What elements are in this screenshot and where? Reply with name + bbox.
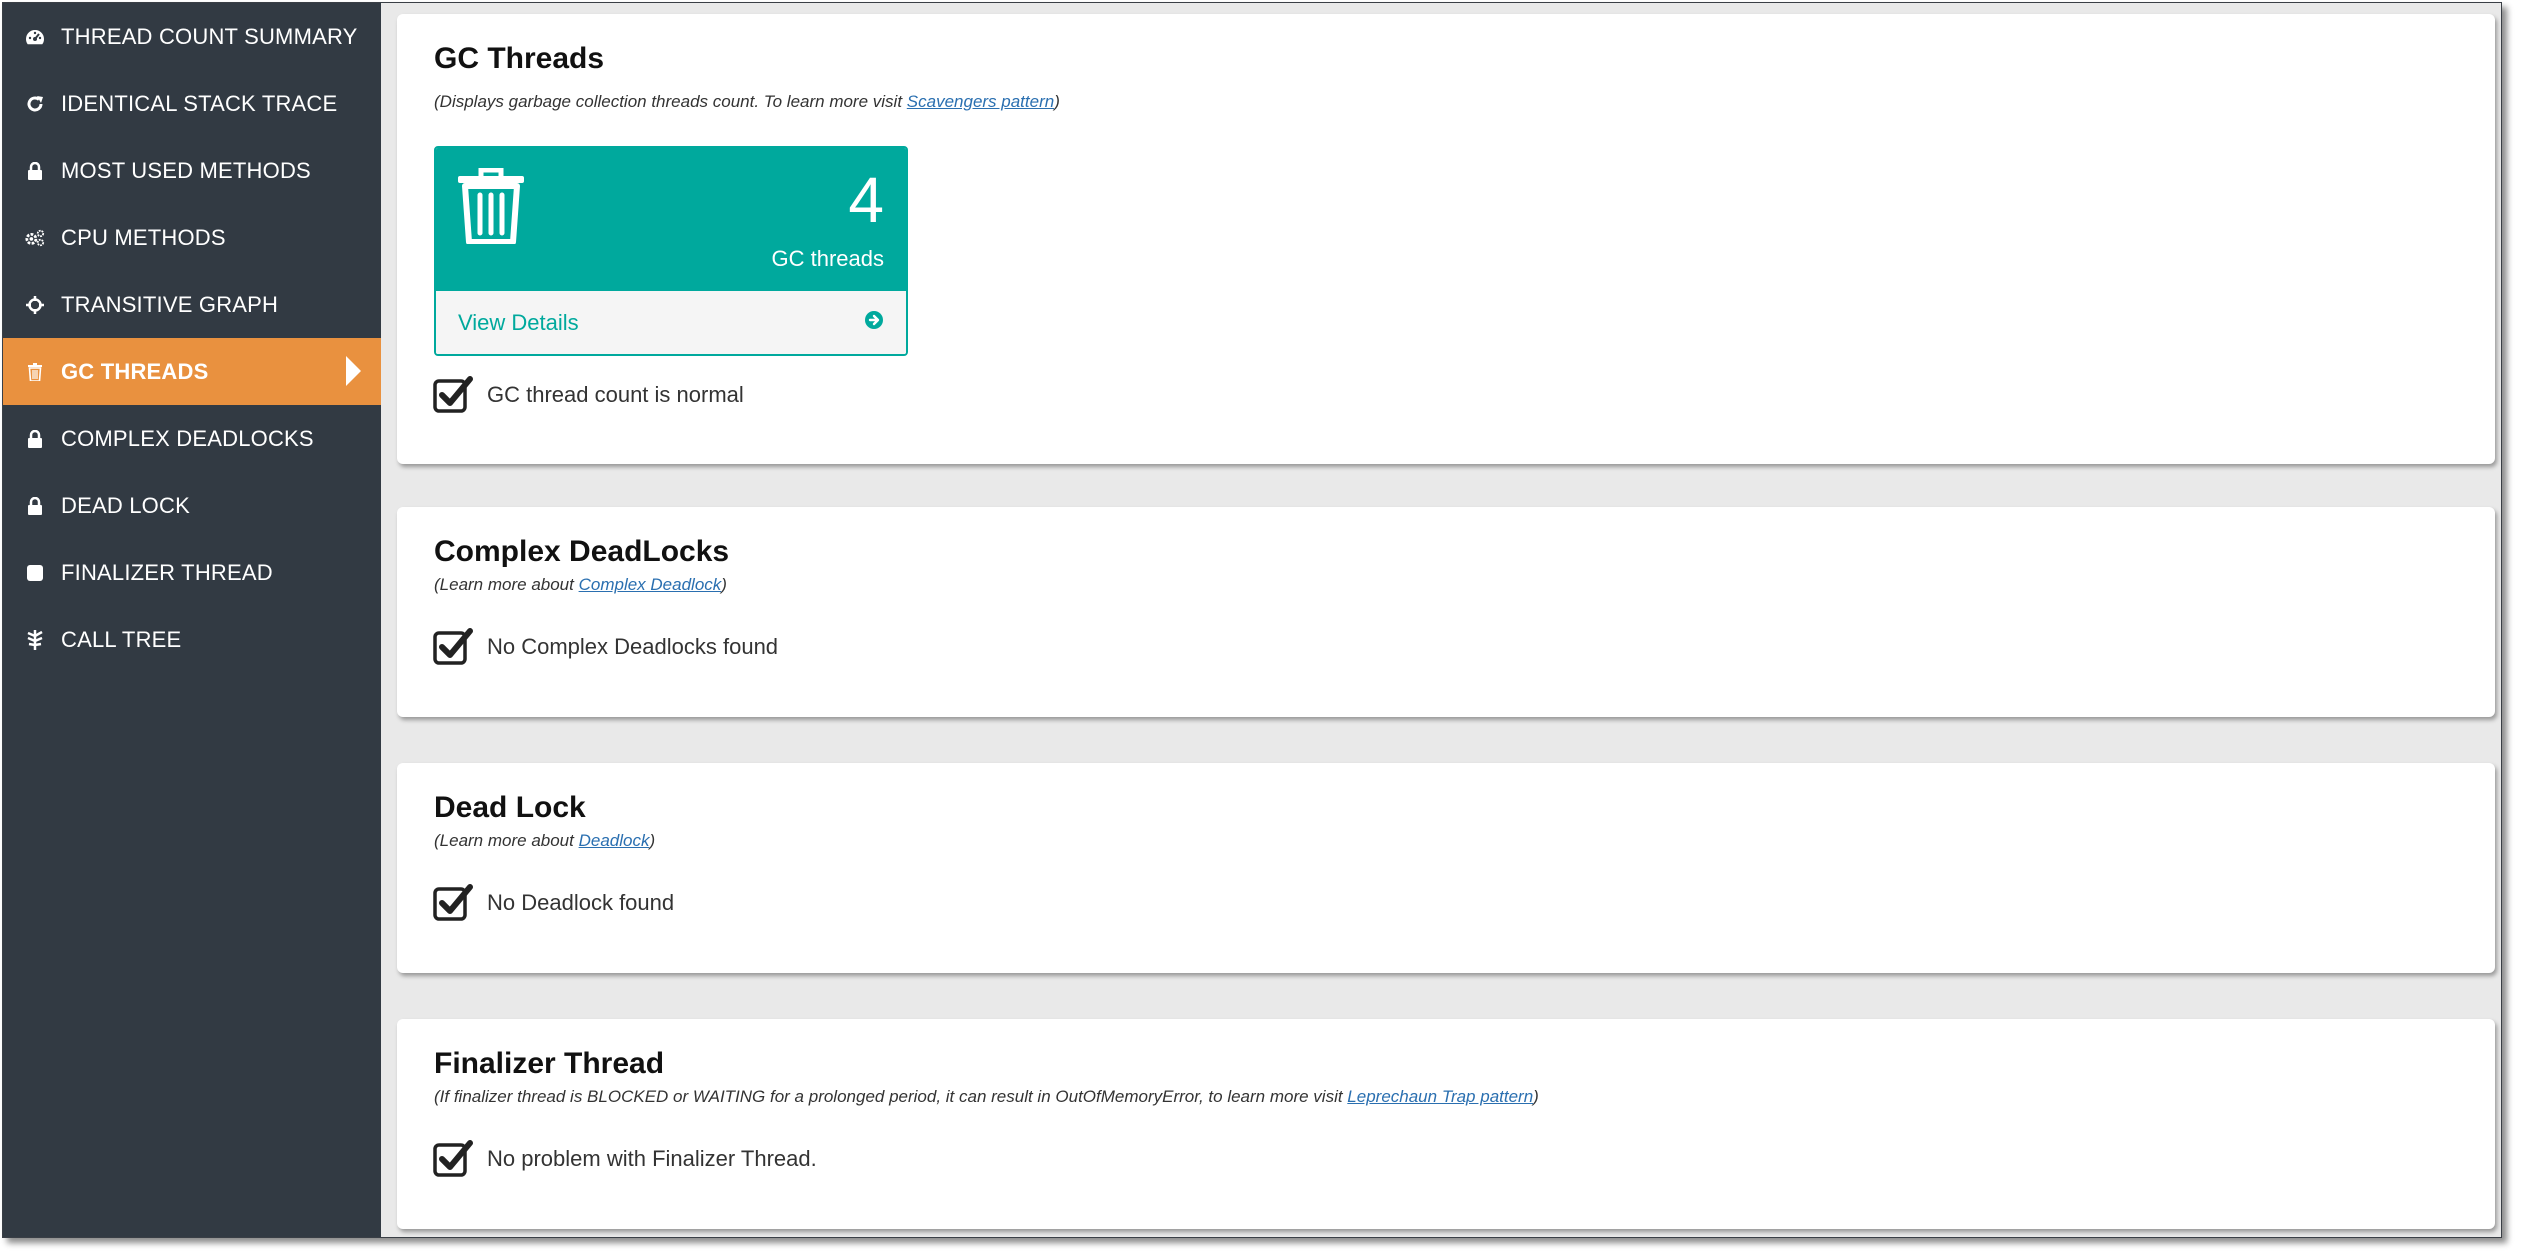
complex-deadlocks-card: Complex DeadLocks (Learn more about Comp… xyxy=(397,507,2495,717)
app-frame: THREAD COUNT SUMMARY IDENTICAL STACK TRA… xyxy=(2,2,2502,1238)
sidebar-item-label: MOST USED METHODS xyxy=(61,157,311,183)
gears-icon xyxy=(25,228,45,248)
sidebar-item-cpu-methods[interactable]: CPU METHODS xyxy=(3,204,381,271)
checkbox-checked-icon xyxy=(433,375,473,415)
sidebar-item-gc-threads[interactable]: GC THREADS xyxy=(3,338,381,405)
finalizer-thread-status-text: No problem with Finalizer Thread. xyxy=(487,1146,817,1171)
sidebar: THREAD COUNT SUMMARY IDENTICAL STACK TRA… xyxy=(3,3,381,1237)
trash-icon xyxy=(458,167,524,249)
deadlock-link[interactable]: Deadlock xyxy=(579,831,650,850)
sidebar-item-label: DEAD LOCK xyxy=(61,492,190,518)
gc-threads-card: GC Threads (Displays garbage collection … xyxy=(397,14,2495,464)
leprechaun-trap-link[interactable]: Leprechaun Trap pattern xyxy=(1347,1087,1533,1106)
gc-threads-stat-header: 4 GC threads xyxy=(436,148,906,291)
sidebar-nav: THREAD COUNT SUMMARY IDENTICAL STACK TRA… xyxy=(3,3,381,673)
sidebar-item-label: GC THREADS xyxy=(61,358,209,384)
complex-deadlocks-description: (Learn more about Complex Deadlock) xyxy=(434,575,727,594)
finalizer-thread-status: No problem with Finalizer Thread. xyxy=(433,1139,817,1179)
lock-icon xyxy=(25,429,45,449)
sidebar-item-label: COMPLEX DEADLOCKS xyxy=(61,425,314,451)
checkbox-checked-icon xyxy=(433,627,473,667)
dead-lock-description: (Learn more about Deadlock) xyxy=(434,831,656,850)
sidebar-item-most-used-methods[interactable]: MOST USED METHODS xyxy=(3,137,381,204)
sidebar-item-dead-lock[interactable]: DEAD LOCK xyxy=(3,472,381,539)
checkbox-checked-icon xyxy=(433,1139,473,1179)
finalizer-thread-description: (If finalizer thread is BLOCKED or WAITI… xyxy=(434,1087,1539,1106)
main-content: GC Threads (Displays garbage collection … xyxy=(381,3,2501,1237)
arrow-circle-right-icon xyxy=(864,310,884,336)
sidebar-item-complex-deadlocks[interactable]: COMPLEX DEADLOCKS xyxy=(3,405,381,472)
gc-threads-description: (Displays garbage collection threads cou… xyxy=(434,92,1060,111)
sidebar-item-label: CPU METHODS xyxy=(61,224,226,250)
complex-deadlock-link[interactable]: Complex Deadlock xyxy=(579,575,722,594)
view-details-button[interactable]: View Details xyxy=(436,291,906,354)
gc-threads-status-text: GC thread count is normal xyxy=(487,382,744,407)
finalizer-thread-title: Finalizer Thread xyxy=(434,1047,665,1080)
sidebar-item-label: THREAD COUNT SUMMARY xyxy=(61,23,358,49)
refresh-icon xyxy=(25,94,45,114)
gc-threads-status: GC thread count is normal xyxy=(433,375,744,415)
square-icon xyxy=(25,563,45,583)
scavengers-pattern-link[interactable]: Scavengers pattern xyxy=(907,92,1054,111)
sidebar-item-label: CALL TREE xyxy=(61,626,182,652)
trash-icon xyxy=(25,362,45,382)
sidebar-item-call-tree[interactable]: CALL TREE xyxy=(3,606,381,673)
gc-threads-count: 4 xyxy=(848,164,884,236)
sidebar-item-finalizer-thread[interactable]: FINALIZER THREAD xyxy=(3,539,381,606)
lock-icon xyxy=(25,496,45,516)
dead-lock-status: No Deadlock found xyxy=(433,883,674,923)
tree-icon xyxy=(25,629,45,650)
complex-deadlocks-status-text: No Complex Deadlocks found xyxy=(487,634,779,659)
dashboard-icon xyxy=(25,27,45,47)
sidebar-item-transitive-graph[interactable]: TRANSITIVE GRAPH xyxy=(3,271,381,338)
checkbox-checked-icon xyxy=(433,883,473,923)
gc-threads-title: GC Threads xyxy=(434,42,605,75)
sidebar-item-thread-count-summary[interactable]: THREAD COUNT SUMMARY xyxy=(3,3,381,70)
gc-threads-stat-panel: 4 GC threads View Details xyxy=(434,146,908,356)
view-details-label: View Details xyxy=(458,309,579,335)
gc-threads-count-label: GC threads xyxy=(771,246,885,271)
complex-deadlocks-title: Complex DeadLocks xyxy=(434,535,730,568)
active-caret-icon xyxy=(346,356,361,386)
sidebar-item-identical-stack-trace[interactable]: IDENTICAL STACK TRACE xyxy=(3,70,381,137)
dead-lock-status-text: No Deadlock found xyxy=(487,890,675,915)
sidebar-item-label: IDENTICAL STACK TRACE xyxy=(61,90,338,116)
crosshair-icon xyxy=(25,295,45,315)
lock-icon xyxy=(25,161,45,181)
dead-lock-card: Dead Lock (Learn more about Deadlock) No… xyxy=(397,763,2495,973)
sidebar-item-label: TRANSITIVE GRAPH xyxy=(61,291,279,317)
finalizer-thread-card: Finalizer Thread (If finalizer thread is… xyxy=(397,1019,2495,1229)
complex-deadlocks-status: No Complex Deadlocks found xyxy=(433,627,778,667)
sidebar-item-label: FINALIZER THREAD xyxy=(61,559,273,585)
dead-lock-title: Dead Lock xyxy=(434,791,586,824)
